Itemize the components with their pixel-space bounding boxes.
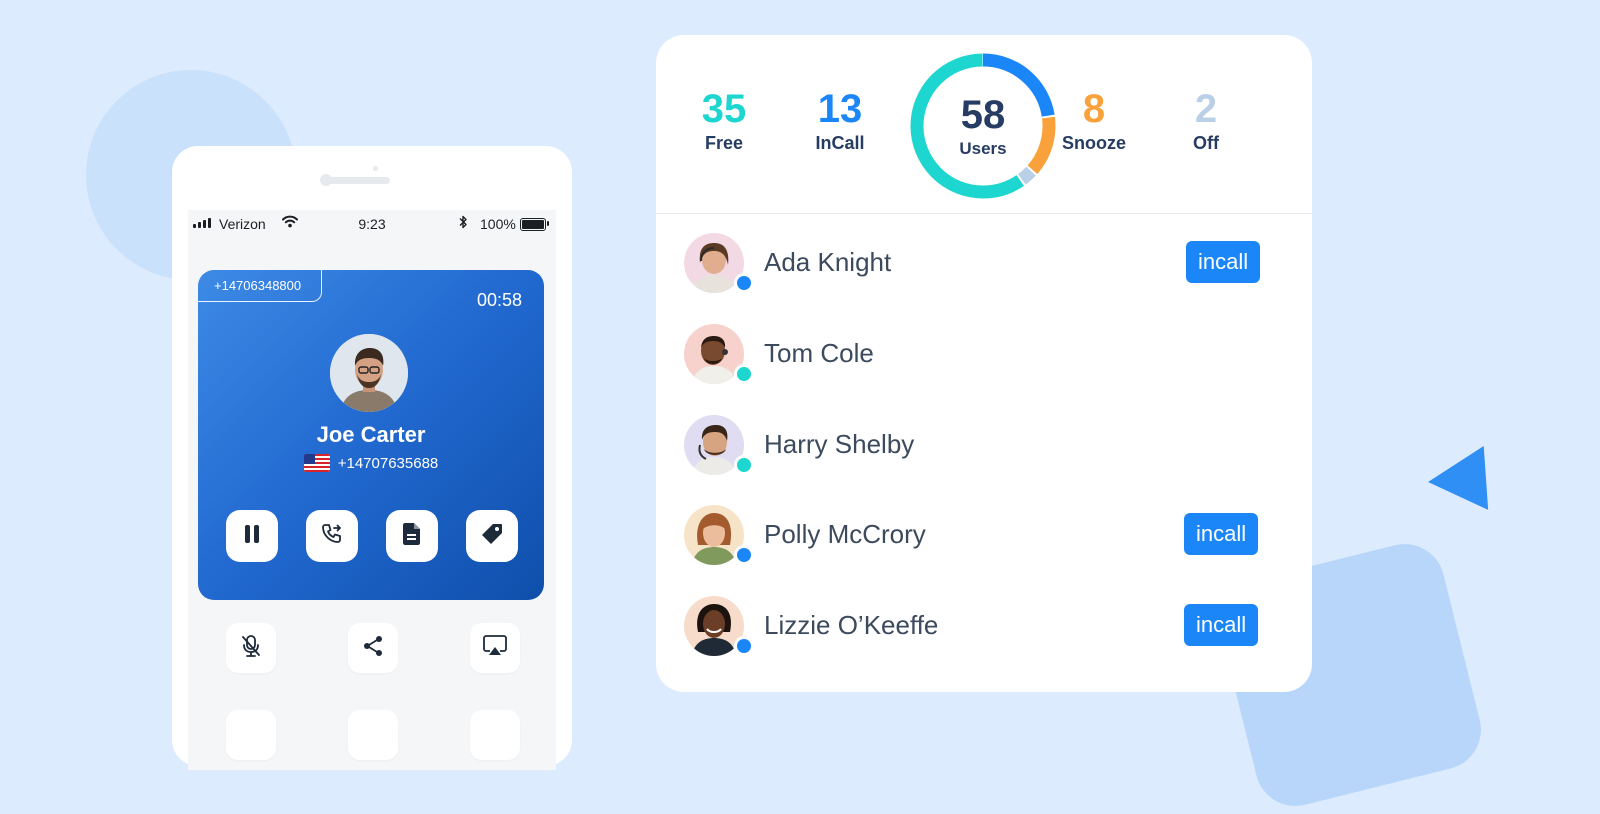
status-dot — [734, 636, 754, 656]
phone-screen: Verizon 9:23 100% +14706348800 00:58 — [188, 210, 556, 770]
incall-badge: incall — [1186, 241, 1260, 283]
airplay-button[interactable] — [470, 623, 520, 673]
bluetooth-icon — [458, 215, 468, 232]
user-name: Ada Knight — [764, 247, 891, 278]
notes-button[interactable] — [386, 510, 438, 562]
contact-number: +14707635688 — [338, 455, 439, 472]
panel-divider — [656, 213, 1312, 214]
active-call-card: +14706348800 00:58 Joe Carter — [198, 270, 544, 600]
mic-off-icon — [240, 634, 262, 663]
stat-free-label: Free — [664, 133, 784, 154]
battery-percent: 100% — [480, 216, 516, 232]
user-name: Polly McCrory — [764, 519, 926, 550]
tag-icon — [480, 522, 504, 551]
status-dot — [734, 545, 754, 565]
stat-snooze-value: 8 — [1034, 87, 1154, 131]
stat-snooze-label: Snooze — [1034, 133, 1154, 154]
stat-off: 2 Off — [1146, 87, 1266, 154]
user-row[interactable]: Tom Cole — [656, 320, 1312, 400]
transfer-button[interactable] — [306, 510, 358, 562]
user-row[interactable]: Polly McCrory incall — [656, 501, 1312, 581]
stat-off-label: Off — [1146, 133, 1266, 154]
line-number: +14706348800 — [198, 270, 322, 302]
airplay-icon — [483, 635, 507, 662]
status-dot — [734, 455, 754, 475]
contact-avatar — [330, 334, 408, 412]
stat-incall-label: InCall — [780, 133, 900, 154]
contact-number-row: +14707635688 — [198, 454, 544, 472]
call-timer: 00:58 — [477, 290, 522, 311]
document-icon — [402, 522, 422, 551]
hold-button[interactable] — [226, 510, 278, 562]
stat-incall: 13 InCall — [780, 87, 900, 154]
user-name: Tom Cole — [764, 338, 874, 369]
decorative-triangle — [1426, 446, 1488, 514]
pause-icon — [242, 523, 262, 550]
earpiece-speaker — [324, 177, 390, 184]
phone-mockup: Verizon 9:23 100% +14706348800 00:58 — [172, 146, 572, 766]
stat-free-value: 35 — [664, 87, 784, 131]
share-icon — [362, 635, 384, 662]
phone-transfer-icon — [320, 522, 344, 551]
user-row[interactable]: Harry Shelby — [656, 411, 1312, 491]
user-name: Harry Shelby — [764, 429, 914, 460]
us-flag-icon — [304, 454, 330, 472]
share-button[interactable] — [348, 623, 398, 673]
stat-snooze: 8 Snooze — [1034, 87, 1154, 154]
user-row[interactable]: Ada Knight incall — [656, 229, 1312, 309]
incall-badge: incall — [1184, 513, 1258, 555]
battery-icon — [520, 218, 546, 231]
front-sensor — [373, 166, 378, 171]
tool-button-5[interactable] — [348, 710, 398, 760]
stat-off-value: 2 — [1146, 87, 1266, 131]
user-name: Lizzie O’Keeffe — [764, 610, 938, 641]
call-tools-row — [226, 623, 520, 673]
user-row[interactable]: Lizzie O’Keeffe incall — [656, 592, 1312, 672]
tag-button[interactable] — [466, 510, 518, 562]
status-summary: 35 Free 13 InCall 58 Users 8 Snooze 2 Of… — [656, 35, 1312, 215]
contact-name: Joe Carter — [198, 422, 544, 448]
status-dot — [734, 364, 754, 384]
tool-button-6[interactable] — [470, 710, 520, 760]
stat-incall-value: 13 — [780, 87, 900, 131]
call-tools-row-2 — [226, 710, 520, 760]
tool-button-4[interactable] — [226, 710, 276, 760]
stat-free: 35 Free — [664, 87, 784, 154]
incall-badge: incall — [1184, 604, 1258, 646]
mute-button[interactable] — [226, 623, 276, 673]
status-bar: Verizon 9:23 100% — [188, 210, 556, 238]
battery-tip — [547, 221, 549, 226]
status-dot — [734, 273, 754, 293]
team-status-panel: 35 Free 13 InCall 58 Users 8 Snooze 2 Of… — [656, 35, 1312, 692]
call-actions — [226, 510, 518, 562]
